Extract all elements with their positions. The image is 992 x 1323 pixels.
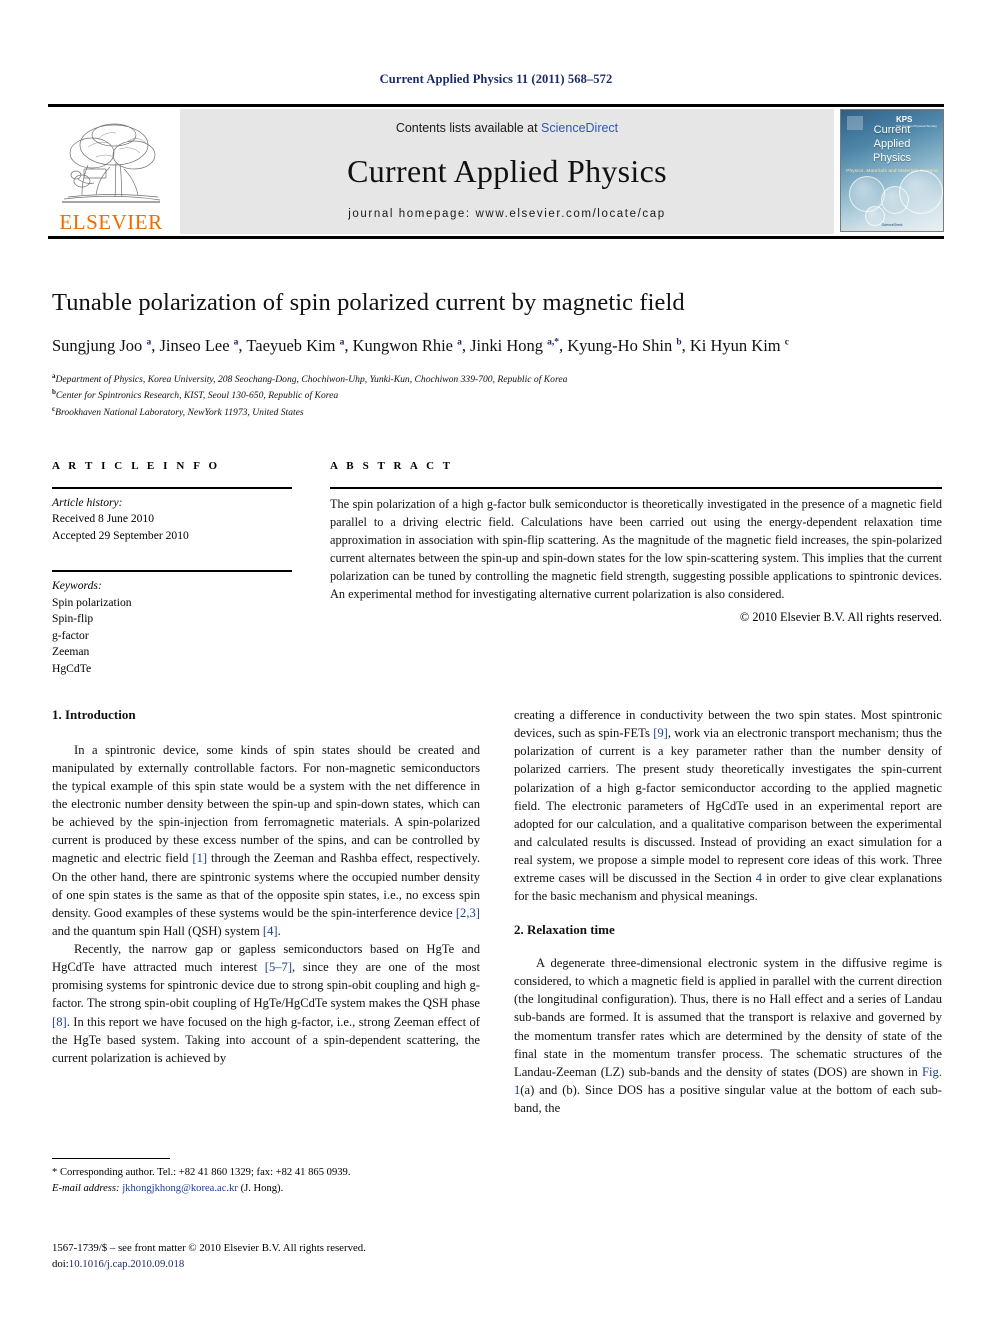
journal-article-page: Current Applied Physics 11 (2011) 568–57… [0,0,992,1323]
journal-masthead: ELSEVIER Contents lists available at Sci… [48,104,944,234]
citation-ref[interactable]: [4] [263,924,278,938]
affiliation-line: bCenter for Spintronics Research, KIST, … [52,388,339,402]
footnote-area: * Corresponding author. Tel.: +82 41 860… [52,1158,480,1197]
citation-ref[interactable]: [1] [192,851,207,865]
running-head: Current Applied Physics 11 (2011) 568–57… [379,72,613,86]
elsevier-logo: ELSEVIER [48,109,174,234]
body-column-right: creating a difference in conductivity be… [514,706,942,1117]
page-footer: 1567-1739/$ – see front matter © 2010 El… [52,1240,552,1272]
keywords-label: Keywords: [52,579,102,593]
issn-line: 1567-1739/$ – see front matter © 2010 El… [52,1242,366,1254]
journal-cover-thumbnail: KPS The Korean Physical Society Current … [840,109,944,232]
elsevier-wordmark: ELSEVIER [59,210,163,234]
paragraph-text: (a) and (b). Since DOS has a positive si… [514,1082,942,1116]
email-note: E-mail address: jkhongjkhong@korea.ac.kr… [52,1181,480,1197]
paragraph-text: A degenerate three-dimensional electroni… [514,956,942,1079]
keyword-item: HgCdTe [52,661,92,675]
cover-footer: ScienceDirect [881,223,903,227]
keyword-item: Spin-flip [52,612,94,626]
abstract-heading: A B S T R A C T [330,460,454,472]
keyword-item: g-factor [52,628,89,642]
title-block: Tunable polarization of spin polarized c… [52,288,942,420]
paragraph-text: . In this report we have focused on the … [52,1014,480,1065]
doi-line: doi:10.1016/j.cap.2010.09.018 [52,1256,552,1272]
history-line: Accepted 29 September 2010 [52,528,189,542]
affiliation-line: cBrookhaven National Laboratory, NewYork… [52,404,304,418]
email-label: E-mail address: [52,1182,120,1194]
keywords-rule [52,570,292,573]
paragraph: Recently, the narrow gap or gapless semi… [52,940,480,1067]
doi-link[interactable]: 10.1016/j.cap.2010.09.018 [69,1258,184,1270]
history-line: Received 8 June 2010 [52,512,155,526]
copyright-line: © 2010 Elsevier B.V. All rights reserved… [739,609,942,624]
footnote-rule [52,1158,170,1159]
masthead-bottom-rule [48,236,944,239]
citation-ref[interactable]: [9] [653,726,668,740]
article-info-rule [52,487,292,489]
email-link[interactable]: jkhongjkhong@korea.ac.kr [122,1183,238,1194]
citation-ref[interactable]: [5–7] [265,960,292,974]
abstract-column: The spin polarization of a high g-factor… [330,487,942,625]
abstract-rule [330,487,942,489]
cover-title: Current Applied Physics [873,124,911,164]
article-info-heading: A R T I C L E I N F O [52,460,221,472]
affiliation-list: aDepartment of Physics, Korea University… [52,371,942,419]
paragraph: A degenerate three-dimensional electroni… [514,954,942,1117]
page-title: Tunable polarization of spin polarized c… [52,289,685,316]
paragraph: creating a difference in conductivity be… [514,706,942,905]
paragraph-text: In a spintronic device, some kinds of sp… [52,742,480,866]
elsevier-tree-icon [58,119,164,211]
body-column-left: 1. Introduction In a spintronic device, … [52,706,480,1067]
author-list: Sungjung Joo a, Jinseo Lee a, Taeyueb Ki… [52,336,789,356]
paragraph-text: , work via an electronic transport mecha… [514,726,942,886]
sciencedirect-link[interactable]: ScienceDirect [541,121,618,135]
doi-prefix: doi: [52,1258,69,1271]
contents-available-line: Contents lists available at ScienceDirec… [396,121,618,135]
keywords-block: Keywords: Spin polarization Spin-flip g-… [52,578,292,677]
section-heading-introduction: 1. Introduction [52,707,136,722]
contents-prefix: Contents lists available at [395,121,542,135]
article-info-column: Article history: Received 8 June 2010 Ac… [52,487,292,677]
keyword-item: Zeeman [52,645,90,659]
citation-ref[interactable]: [2,3] [456,906,480,920]
journal-title: Current Applied Physics [347,153,667,189]
citation-ref[interactable]: [8] [52,1015,67,1029]
cover-bubble-3 [899,170,943,214]
journal-homepage-line[interactable]: journal homepage: www.elsevier.com/locat… [348,208,665,220]
article-history-label: Article history: [52,496,123,509]
affiliation-line: aDepartment of Physics, Korea University… [52,372,568,386]
section-heading-relaxation-time: 2. Relaxation time [514,922,615,938]
article-history-block: Article history: Received 8 June 2010 Ac… [52,495,292,544]
paragraph-text: and the quantum spin Hall (QSH) system [52,923,263,938]
masthead-center-panel: Contents lists available at ScienceDirec… [180,109,834,234]
email-owner: (J. Hong). [240,1182,284,1194]
paragraph: In a spintronic device, some kinds of sp… [52,741,480,940]
paragraph-text: . [277,923,281,938]
abstract-text: The spin polarization of a high g-factor… [330,497,942,601]
corresponding-author-note: * Corresponding author. Tel.: +82 41 860… [52,1167,351,1178]
keyword-item: Spin polarization [52,595,132,609]
